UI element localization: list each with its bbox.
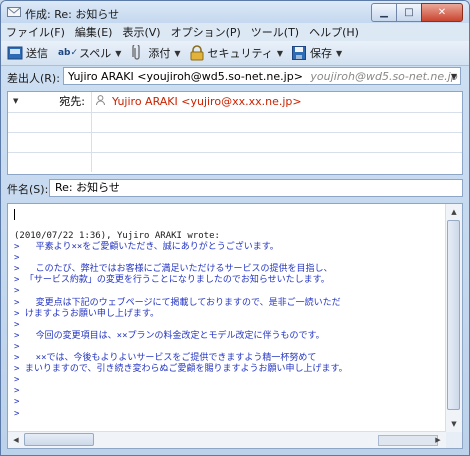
quoted-line: > 変更点は下記のウェブページにて掲載しておりますので、是非ご一読いただ xyxy=(14,297,341,308)
quoted-line: > xyxy=(14,375,20,386)
menu-edit[interactable]: 編集(E) xyxy=(70,24,118,40)
scroll-left-icon[interactable]: ◀ xyxy=(8,432,24,448)
from-label: 差出人(R): xyxy=(7,72,60,85)
recipient-row[interactable] xyxy=(8,152,462,172)
close-button[interactable]: ✕ xyxy=(421,3,463,22)
send-label: 送信 xyxy=(26,47,48,60)
quoted-line: > xyxy=(14,341,20,352)
spell-label: スペル xyxy=(79,47,112,60)
recipient-type-select[interactable] xyxy=(8,152,92,172)
person-icon xyxy=(96,92,106,111)
quoted-line: > xyxy=(14,408,20,419)
message-body[interactable]: (2010/07/22 1:36), Yujiro ARAKI wrote: >… xyxy=(7,203,463,449)
recipient-type-label: 宛先: xyxy=(59,95,85,108)
window-title: 作成: Re: お知らせ xyxy=(25,8,120,21)
subject-label: 件名(S): xyxy=(7,183,49,196)
quoted-line: > このたび、弊社ではお客様にご満足いただけるサービスの提供を目指し、 xyxy=(14,264,333,275)
menu-view[interactable]: 表示(V) xyxy=(117,24,165,40)
recipient-type-select[interactable] xyxy=(8,112,92,132)
compose-window-icon xyxy=(7,7,21,17)
quoted-line: > 平素より××をご愛顧いただき、誠にありがとうございます。 xyxy=(14,242,279,253)
from-account-value: Yujiro ARAKI <youjiroh@wd5.so-net.ne.jp> xyxy=(68,70,303,83)
security-dropdown-icon[interactable]: ▼ xyxy=(277,49,283,58)
save-disk-icon xyxy=(291,45,307,61)
scrollbar-corner xyxy=(446,432,462,448)
subject-input[interactable]: Re: お知らせ xyxy=(49,179,463,197)
maximize-button[interactable]: □ xyxy=(396,3,422,22)
vertical-scroll-thumb[interactable] xyxy=(447,220,460,410)
security-button[interactable]: セキュリティ ▼ xyxy=(189,45,283,61)
attach-button[interactable]: 添付 ▼ xyxy=(129,45,181,61)
recipient-row[interactable]: ▼ 宛先: Yujiro ARAKI <yujiro@xx.xx.ne.jp> xyxy=(8,92,462,113)
minimize-icon: ▁ xyxy=(380,7,388,18)
recipient-address-text: Yujiro ARAKI <yujiro@xx.xx.ne.jp> xyxy=(112,95,302,108)
attach-dropdown-icon[interactable]: ▼ xyxy=(174,49,180,58)
quoted-line: > 「サービス約款」の変更を行うことになりましたのでお知らせいたします。 xyxy=(14,275,330,286)
compose-window: 作成: Re: お知らせ ▁ □ ✕ ファイル(F) 編集(E) 表示(V) オ… xyxy=(0,0,470,456)
attach-label: 添付 xyxy=(148,47,171,60)
quoted-line: > けますようお願い申し上げます。 xyxy=(14,308,159,319)
spell-check-icon: ab✓ xyxy=(57,48,79,58)
title-bar[interactable]: 作成: Re: お知らせ ▁ □ ✕ xyxy=(1,1,469,25)
toolbar: 送信 ab✓ スペル ▼ 添付 ▼ セキュリティ ▼ 保存 ▼ xyxy=(1,41,469,66)
quoted-line: > ××では、今後もよりよいサービスをご提供できますよう精一杯努めて xyxy=(14,353,317,364)
quoted-line: > 今回の変更項目は、××プランの料金改定とモデル改定に伴うものです。 xyxy=(14,330,325,341)
menu-options[interactable]: オプション(P) xyxy=(166,24,246,40)
quoted-line: > xyxy=(14,386,20,397)
save-button[interactable]: 保存 ▼ xyxy=(291,45,342,61)
horizontal-scrollbar[interactable]: ◀ ▶ xyxy=(8,431,446,448)
header-pane: 差出人(R): Yujiro ARAKI <youjiroh@wd5.so-ne… xyxy=(7,67,463,199)
security-label: セキュリティ xyxy=(207,47,273,60)
chevron-down-icon: ▼ xyxy=(13,97,19,105)
menu-tools[interactable]: ツール(T) xyxy=(246,24,304,40)
horizontal-scroll-thumb[interactable] xyxy=(24,433,94,446)
send-button[interactable]: 送信 xyxy=(7,45,48,61)
chevron-down-icon: ▼ xyxy=(450,72,457,81)
message-body-text[interactable]: (2010/07/22 1:36), Yujiro ARAKI wrote: >… xyxy=(14,207,444,420)
save-dropdown-icon[interactable]: ▼ xyxy=(336,49,342,58)
quoted-text: > 平素より××をご愛顧いただき、誠にありがとうございます。 > > このたび、弊社… xyxy=(14,242,444,420)
spell-dropdown-icon[interactable]: ▼ xyxy=(115,49,121,58)
paperclip-icon xyxy=(129,45,145,61)
send-icon xyxy=(7,45,23,61)
quoted-line: > xyxy=(14,253,20,264)
quoted-line: > まいりますので、引き続き変わらぬご愛顧を賜りますようお願い申し上げます。 xyxy=(14,364,348,375)
from-account-select[interactable]: Yujiro ARAKI <youjiroh@wd5.so-net.ne.jp>… xyxy=(63,67,461,85)
text-cursor xyxy=(14,209,15,220)
from-account-hint: youjiroh@wd5.so-net.ne.jp xyxy=(310,70,458,83)
menu-bar: ファイル(F) 編集(E) 表示(V) オプション(P) ツール(T) ヘルプ(… xyxy=(1,23,469,41)
close-icon: ✕ xyxy=(437,7,447,18)
secondary-scroll-track[interactable] xyxy=(378,435,438,446)
quote-attribution: (2010/07/22 1:36), Yujiro ARAKI wrote: xyxy=(14,231,220,241)
recipient-row[interactable] xyxy=(8,132,462,153)
recipient-row[interactable] xyxy=(8,112,462,133)
menu-help[interactable]: ヘルプ(H) xyxy=(304,24,364,40)
quoted-line: > xyxy=(14,397,20,408)
scroll-down-icon[interactable]: ▼ xyxy=(446,416,462,432)
save-label: 保存 xyxy=(310,47,333,60)
recipient-address[interactable]: Yujiro ARAKI <yujiro@xx.xx.ne.jp> xyxy=(96,92,302,111)
quoted-line: > xyxy=(14,286,20,297)
scroll-up-icon[interactable]: ▲ xyxy=(446,204,462,220)
minimize-button[interactable]: ▁ xyxy=(371,3,397,22)
quoted-line: > xyxy=(14,319,20,330)
recipient-type-select[interactable] xyxy=(8,132,92,152)
lock-icon xyxy=(189,45,205,61)
recipient-list: ▼ 宛先: Yujiro ARAKI <yujiro@xx.xx.ne.jp> xyxy=(7,91,463,175)
maximize-icon: □ xyxy=(404,7,414,18)
scroll-right-icon[interactable]: ▶ xyxy=(430,432,446,448)
menu-file[interactable]: ファイル(F) xyxy=(1,24,70,40)
spell-button[interactable]: ab✓ スペル ▼ xyxy=(57,45,121,61)
vertical-scrollbar[interactable]: ▲ ▼ xyxy=(445,204,462,432)
recipient-type-select[interactable]: ▼ 宛先: xyxy=(8,92,92,112)
